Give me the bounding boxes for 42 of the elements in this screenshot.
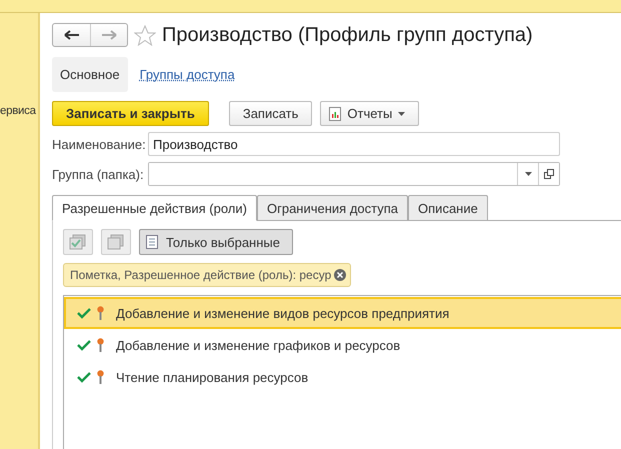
check-icon[interactable] <box>77 372 91 382</box>
group-field[interactable] <box>148 162 560 186</box>
role-row[interactable]: Чтение планирования ресурсов <box>64 361 621 393</box>
uncheck-all-button[interactable] <box>101 229 131 255</box>
windows-icon <box>544 169 554 179</box>
key-icon <box>97 370 104 384</box>
checked-pages-icon <box>69 234 87 250</box>
tab[interactable]: Разрешенные действия (роли) <box>52 195 257 221</box>
report-icon <box>329 106 342 120</box>
name-field[interactable]: Производство <box>148 132 560 156</box>
forward-arrow-icon <box>101 30 117 40</box>
key-icon <box>97 338 104 352</box>
save-and-close-button[interactable]: Записать и закрыть <box>52 101 209 126</box>
role-name: Чтение планирования ресурсов <box>116 370 308 384</box>
nav-tab[interactable]: Основное <box>52 57 128 92</box>
role-row[interactable]: Добавление и изменение видов ресурсов предприятия <box>64 297 621 329</box>
field-label: Наименование: <box>52 136 147 152</box>
filter-text: Пометка, Разрешенное действие (роль): ресур <box>70 268 332 282</box>
tab[interactable]: Описание <box>408 195 488 220</box>
tab[interactable]: Ограничения доступа <box>256 195 408 220</box>
key-icon <box>97 306 104 320</box>
check-all-button[interactable] <box>63 229 93 255</box>
reports-button[interactable]: Отчеты <box>320 101 420 126</box>
window-title: Производство (Профиль групп доступа) <box>162 24 533 46</box>
role-row[interactable]: Добавление и изменение графиков и ресурсов <box>64 329 621 361</box>
pages-icon <box>107 234 125 250</box>
only-selected-toggle[interactable]: Только выбранные <box>139 229 293 255</box>
check-icon[interactable] <box>77 340 91 350</box>
role-name: Добавление и изменение видов ресурсов предприятия <box>116 306 450 320</box>
field-label: Группа (папка): <box>52 166 145 182</box>
star-icon[interactable] <box>134 24 156 46</box>
open-button[interactable] <box>538 163 559 185</box>
nav-tab[interactable]: Группы доступа <box>132 57 243 92</box>
save-button[interactable]: Записать <box>228 101 312 126</box>
caret-icon <box>524 172 532 176</box>
list-icon <box>146 235 158 249</box>
check-icon[interactable] <box>77 308 91 318</box>
back-arrow-icon <box>64 30 80 40</box>
role-name: Добавление и изменение графиков и ресурсов <box>116 338 400 352</box>
close-icon[interactable] <box>334 269 346 281</box>
caret-icon <box>398 112 406 116</box>
sidebar-label[interactable]: ервиса <box>0 105 38 117</box>
